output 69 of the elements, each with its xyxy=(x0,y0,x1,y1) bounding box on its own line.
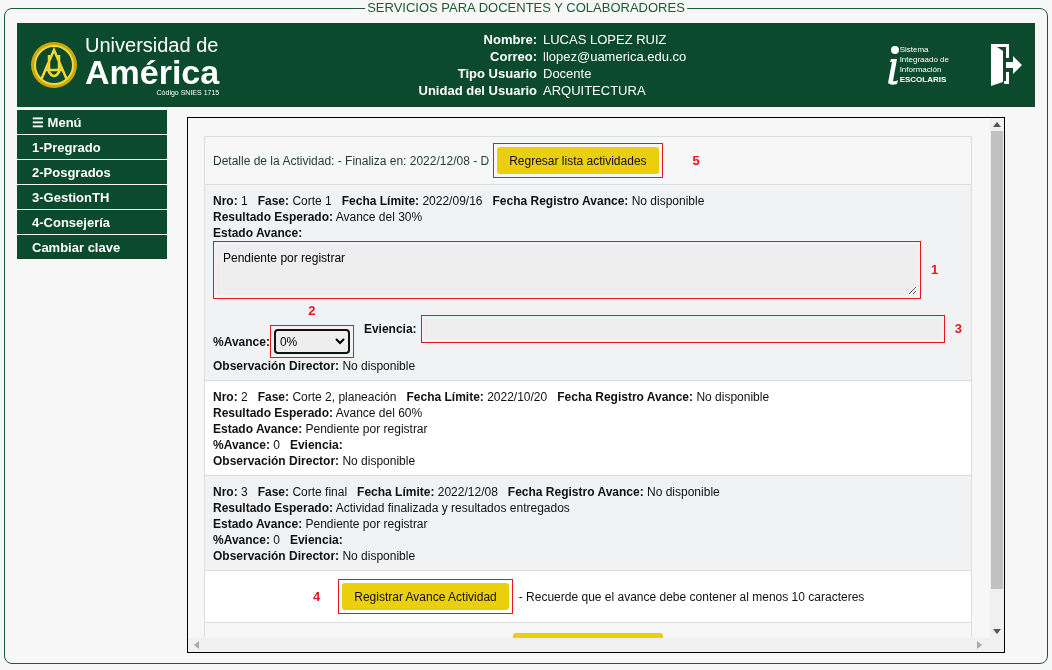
system-text: ESCOLARIS xyxy=(899,75,948,85)
user-label: Unidad del Usuario xyxy=(418,83,537,98)
field-label: %Avance: xyxy=(213,334,270,350)
university-emblem-icon xyxy=(29,40,79,90)
scroll-thumb[interactable] xyxy=(991,131,1003,589)
annotation-number: 2 xyxy=(308,303,316,319)
field-text: %Avance: 0 xyxy=(213,532,280,548)
user-label: Nombre: xyxy=(482,32,537,47)
scroll-down-icon[interactable] xyxy=(993,629,1001,634)
progress-select[interactable]: 0% xyxy=(273,329,350,354)
field-text: Resultado Esperado: Actividad finalizada y resultados entregados xyxy=(213,500,570,516)
field-label: Eviencia: xyxy=(363,320,417,337)
field-text: Fecha Límite: 2022/12/08 xyxy=(357,484,498,500)
user-value: Docente xyxy=(543,66,593,81)
field-text: Fecha Registro Avance: No disponible xyxy=(507,484,720,500)
field-text: Observación Director: No disponible xyxy=(213,548,416,564)
register-note: - Recuerde que el avance debe contener al menos 10 caracteres xyxy=(518,589,865,604)
field-text: Fase: Corte final xyxy=(257,484,348,500)
field-text: %Avance: 0 xyxy=(213,437,280,453)
field-text: Fase: Corte 1 xyxy=(257,193,332,209)
page-legend: SERVICIOS PARA DOCENTES Y COLABORADORES xyxy=(365,0,687,15)
field-text: Fase: Corte 2, planeación xyxy=(257,389,397,405)
system-text: Información xyxy=(899,65,943,75)
user-label: Correo: xyxy=(489,49,537,64)
status-textarea[interactable]: Pendiente por registrar xyxy=(217,245,917,295)
annotation-number: 5 xyxy=(692,153,700,168)
system-text: Integraado de xyxy=(899,55,949,65)
field-text: Nro: 1 xyxy=(213,193,248,209)
user-value: llopez@uamerica.edu.co xyxy=(543,49,687,64)
menu-item[interactable]: Cambiar clave xyxy=(17,235,167,259)
logo-text: América xyxy=(85,54,220,89)
info-i-icon xyxy=(885,45,900,85)
menu-item[interactable]: 2-Posgrados xyxy=(17,160,167,184)
field-text: Fecha Límite: 2022/10/20 xyxy=(406,389,548,405)
field-text: Resultado Esperado: Avance del 60% xyxy=(213,405,423,421)
field-text: Eviencia: xyxy=(289,532,343,548)
field-text: Observación Director: No disponible xyxy=(213,358,416,374)
user-value: LUCAS LOPEZ RUIZ xyxy=(543,32,668,47)
menu-item[interactable]: 4-Consejería xyxy=(17,210,167,234)
menu-item[interactable]: ☰ Menú xyxy=(17,110,167,134)
register-button[interactable]: Registrar Avance Actividad xyxy=(342,583,509,610)
logout-door-icon[interactable] xyxy=(989,42,1023,88)
scroll-left-icon[interactable] xyxy=(194,641,199,649)
field-text: Resultado Esperado: Avance del 30% xyxy=(213,209,423,225)
annotation-number: 3 xyxy=(954,320,962,337)
horizontal-scrollbar[interactable] xyxy=(188,638,1004,652)
menu-item[interactable]: 1-Pregrado xyxy=(17,135,167,159)
field-text: Eviencia: xyxy=(289,437,343,453)
field-text: Estado Avance: Pendiente por registrar xyxy=(213,516,428,532)
field-text: Nro: 3 xyxy=(213,484,248,500)
annotation-number: 1 xyxy=(931,262,939,278)
field-text: Estado Avance: Pendiente por registrar xyxy=(213,421,428,437)
field-text: Fecha Límite: 2022/09/16 xyxy=(341,193,483,209)
vertical-scrollbar[interactable] xyxy=(990,118,1004,638)
menu-item[interactable]: 3-GestionTH xyxy=(17,185,167,209)
user-label: Tipo Usuario xyxy=(456,66,537,81)
field-text: Fecha Registro Avance: No disponible xyxy=(492,193,705,209)
back-button[interactable]: Regresar lista actividades xyxy=(497,147,659,174)
field-text: Observación Director: No disponible xyxy=(213,453,416,469)
user-value: ARQUITECTURA xyxy=(543,83,647,98)
system-text: Sistema xyxy=(899,45,930,55)
detail-title: Detalle de la Actividad: - Finaliza en: 2022/12/08 - D xyxy=(213,153,490,168)
field-label: Estado Avance: xyxy=(213,226,303,240)
scroll-right-icon[interactable] xyxy=(977,641,982,649)
annotation-number: 4 xyxy=(313,589,321,604)
field-text: Nro: 2 xyxy=(213,389,248,405)
logo-text: Universidad de xyxy=(85,34,220,55)
field-text: Fecha Registro Avance: No disponible xyxy=(557,389,770,405)
scroll-up-icon[interactable] xyxy=(993,122,1001,127)
